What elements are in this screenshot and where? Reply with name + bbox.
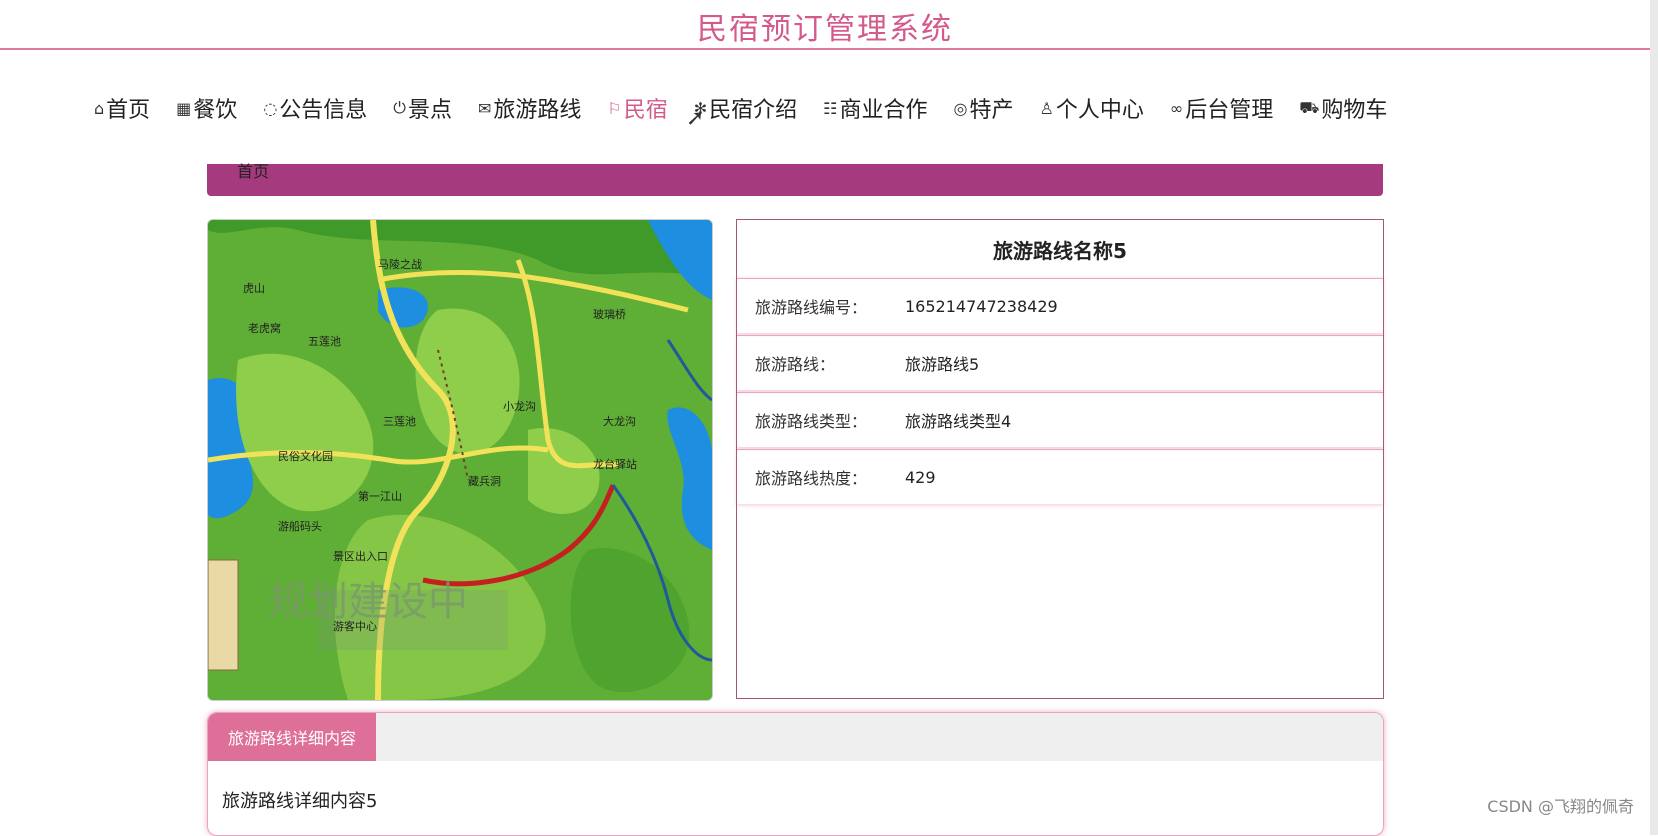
cart-icon: ⛟ — [1299, 97, 1320, 117]
content-tab-bar: 旅游路线详细内容 — [208, 713, 1383, 761]
map-label: 马陵之战 — [378, 257, 422, 271]
detail-value: 429 — [905, 467, 936, 487]
nav-item-label: 民宿 — [623, 98, 668, 123]
nav-item-label: 公告信息 — [279, 98, 368, 123]
nav-item-admin[interactable]: ∞ 后台管理 — [1170, 92, 1273, 124]
detail-row-route: 旅游路线： 旅游路线5 — [737, 335, 1383, 390]
nav-item-label: 首页 — [106, 98, 151, 123]
nav-item-label: 后台管理 — [1185, 98, 1274, 123]
mail-icon: ✉ — [477, 98, 492, 118]
nav-item-label: 购物车 — [1321, 98, 1388, 123]
nav-item-cooperation[interactable]: ☷ 商业合作 — [823, 92, 927, 124]
detail-label: 旅游路线编号： — [755, 298, 868, 317]
map-label: 虎山 — [243, 282, 265, 295]
tab-route-details[interactable]: 旅游路线详细内容 — [208, 713, 376, 761]
map-label: 景区出入口 — [333, 549, 388, 563]
grid-icon: ▦ — [176, 98, 192, 118]
nav-item-homestay-intro[interactable]: ✻ 民宿介绍 — [694, 92, 797, 124]
nav-item-label: 商业合作 — [839, 98, 928, 123]
nav-item-label: 民宿介绍 — [709, 98, 798, 123]
detail-row-id: 旅游路线编号： 165214747238429 — [737, 278, 1383, 333]
nav-item-routes[interactable]: ✉ 旅游路线 — [478, 92, 581, 124]
map-label: 民俗文化园 — [278, 449, 333, 463]
scrollbar[interactable] — [1650, 0, 1658, 835]
list-icon: ☷ — [823, 98, 838, 118]
route-content-body: 旅游路线详细内容5 — [222, 791, 378, 812]
detail-value: 165214747238429 — [905, 296, 1058, 316]
home-icon: ⌂ — [94, 98, 105, 118]
map-label: 小龙沟 — [503, 400, 536, 413]
detail-value: 旅游路线5 — [905, 355, 980, 374]
nav-item-label: 旅游路线 — [493, 98, 582, 123]
nav-item-home[interactable]: ⌂ 首页 — [94, 92, 150, 124]
flag-icon: ⚐ — [607, 98, 622, 118]
nav-item-profile[interactable]: ♙ 个人中心 — [1040, 92, 1144, 124]
nav-item-attractions[interactable]: ⏻ 景点 — [393, 92, 452, 124]
map-label: 三莲池 — [383, 415, 416, 428]
map-label: 游船码头 — [278, 519, 322, 533]
map-overlay-text: 规划建设中 — [268, 579, 468, 625]
nav-item-notices[interactable]: ◌ 公告信息 — [263, 92, 367, 124]
route-detail-panel: 旅游路线名称5 旅游路线编号： 165214747238429 旅游路线： 旅游… — [736, 219, 1384, 699]
site-header: 民宿预订管理系统 — [0, 0, 1650, 50]
map-label: 龙台驿站 — [593, 457, 637, 471]
mouse-pointer-icon: ➚ — [686, 106, 705, 131]
detail-row-type: 旅游路线类型： 旅游路线类型4 — [737, 392, 1383, 447]
route-map-image: 规划建设中 马陵之战 虎山 老虎窝 五莲池 第一江山 景区出入口 藏兵洞 三莲池… — [207, 219, 713, 701]
map-label: 老虎窝 — [248, 321, 281, 335]
site-title: 民宿预订管理系统 — [697, 12, 953, 47]
route-content-panel: 旅游路线详细内容 旅游路线详细内容5 — [207, 712, 1384, 836]
detail-value: 旅游路线类型4 — [905, 412, 1012, 431]
map-illustration: 规划建设中 马陵之战 虎山 老虎窝 五莲池 第一江山 景区出入口 藏兵洞 三莲池… — [208, 220, 712, 700]
link-icon: ∞ — [1169, 98, 1184, 118]
user-icon: ♙ — [1039, 98, 1054, 118]
nav-item-cart[interactable]: ⛟ 购物车 — [1299, 92, 1387, 124]
chat-icon: ◌ — [263, 98, 278, 118]
detail-label: 旅游路线类型： — [755, 412, 868, 431]
power-icon: ⏻ — [393, 98, 406, 117]
main-nav: ⌂ 首页 ▦ 餐饮 ◌ 公告信息 ⏻ 景点 ✉ 旅游路线 ⚐ 民宿 ✻ 民宿介绍… — [94, 90, 1413, 126]
map-label: 五莲池 — [308, 335, 341, 348]
nav-item-homestay[interactable]: ⚐ 民宿 — [607, 92, 667, 124]
globe-icon: ◎ — [953, 98, 968, 118]
map-label: 第一江山 — [358, 489, 402, 503]
map-label: 藏兵洞 — [468, 475, 501, 488]
detail-label: 旅游路线： — [755, 355, 836, 374]
nav-item-label: 景点 — [407, 98, 452, 123]
map-label: 大龙沟 — [603, 414, 636, 428]
nav-item-specialties[interactable]: ◎ 特产 — [954, 92, 1014, 124]
nav-item-dining[interactable]: ▦ 餐饮 — [176, 92, 237, 124]
watermark: CSDN @飞翔的佩奇 — [1487, 797, 1634, 816]
nav-item-label: 餐饮 — [193, 98, 238, 123]
detail-label: 旅游路线热度： — [755, 469, 868, 488]
breadcrumb: 首页 — [207, 162, 1383, 196]
nav-item-label: 特产 — [969, 98, 1014, 123]
nav-item-label: 个人中心 — [1055, 98, 1144, 123]
breadcrumb-home[interactable]: 首页 — [237, 158, 269, 182]
map-label: 游客中心 — [333, 619, 377, 633]
detail-row-popularity: 旅游路线热度： 429 — [737, 449, 1383, 504]
route-name: 旅游路线名称5 — [993, 238, 1127, 263]
map-label: 玻璃桥 — [593, 307, 626, 321]
